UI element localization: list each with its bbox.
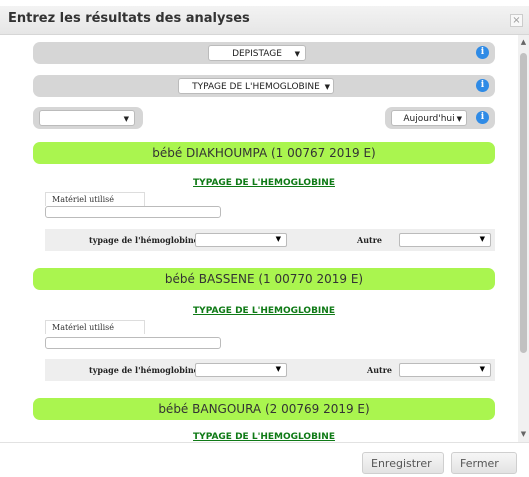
vertical-scrollbar[interactable]: ▲ ▼ [518,35,529,442]
info-icon[interactable]: i [476,46,489,59]
chevron-down-icon: ▼ [456,115,462,123]
date-range-select[interactable]: Aujourd'hui ▼ [391,110,467,126]
hb-result-row: typage de l'hémoglobine ▼ Autre ▼ [45,229,495,251]
category-select[interactable]: DEPISTAGE ▼ [208,45,306,61]
close-icon[interactable]: × [510,14,523,27]
test-type-select-value: TYPAGE DE L'HEMOGLOBINE [192,82,320,92]
hb-select[interactable]: ▼ [195,363,287,377]
info-icon[interactable]: i [476,79,489,92]
date-range-select-value: Aujourd'hui [403,114,455,124]
other-label: Autre [367,365,393,375]
hb-label: typage de l'hémoglobine [89,365,199,375]
test-title-link[interactable]: TYPAGE DE L'HEMOGLOBINE [33,178,495,188]
left-filter-select[interactable]: ▼ [39,110,135,126]
patient-bar[interactable]: bébé BANGOURA (2 00769 2019 E) [33,398,495,420]
other-select[interactable]: ▼ [399,233,491,247]
patient-bar[interactable]: bébé DIAKHOUMPA (1 00767 2019 E) [33,142,495,164]
hb-select[interactable]: ▼ [195,233,287,247]
chevron-down-icon: ▼ [275,235,281,243]
patient-bar[interactable]: bébé BASSENE (1 00770 2019 E) [33,268,495,290]
material-input[interactable] [45,337,221,349]
results-dialog: Entrez les résultats des analyses × DEPI… [0,0,529,477]
chevron-down-icon: ▼ [479,365,485,373]
hb-result-row: typage de l'hémoglobine ▼ Autre ▼ [45,359,495,381]
category-select-value: DEPISTAGE [232,49,282,59]
chevron-down-icon: ▼ [123,115,129,123]
scroll-down-icon[interactable]: ▼ [518,429,529,440]
results-scroll-area: DEPISTAGE ▼ i TYPAGE DE L'HEMOGLOBINE ▼ … [0,35,518,442]
test-title-link[interactable]: TYPAGE DE L'HEMOGLOBINE [33,306,495,316]
chevron-down-icon: ▼ [479,235,485,243]
left-filter-row: ▼ [33,107,143,129]
material-input[interactable] [45,206,221,218]
dialog-footer: Enregistrer Fermer [0,442,529,477]
chevron-down-icon: ▼ [294,50,300,58]
info-icon[interactable]: i [476,111,489,124]
close-button[interactable]: Fermer [451,452,517,474]
dialog-titlebar: Entrez les résultats des analyses × [0,6,529,35]
scrollbar-thumb[interactable] [520,53,527,353]
material-label: Matériel utilisé [45,320,145,334]
test-type-select[interactable]: TYPAGE DE L'HEMOGLOBINE ▼ [178,78,334,94]
test-type-row: TYPAGE DE L'HEMOGLOBINE ▼ i [33,75,495,97]
save-button[interactable]: Enregistrer [362,452,444,474]
chevron-down-icon: ▼ [275,365,281,373]
scroll-up-icon[interactable]: ▲ [518,37,529,48]
category-row: DEPISTAGE ▼ i [33,42,495,64]
test-title-link[interactable]: TYPAGE DE L'HEMOGLOBINE [33,432,495,442]
date-filter-row: Aujourd'hui ▼ i [385,107,495,129]
dialog-title: Entrez les résultats des analyses [8,11,250,26]
hb-label: typage de l'hémoglobine [89,235,199,245]
material-label: Matériel utilisé [45,192,145,206]
chevron-down-icon: ▼ [324,83,330,91]
other-select[interactable]: ▼ [399,363,491,377]
other-label: Autre [357,235,383,245]
